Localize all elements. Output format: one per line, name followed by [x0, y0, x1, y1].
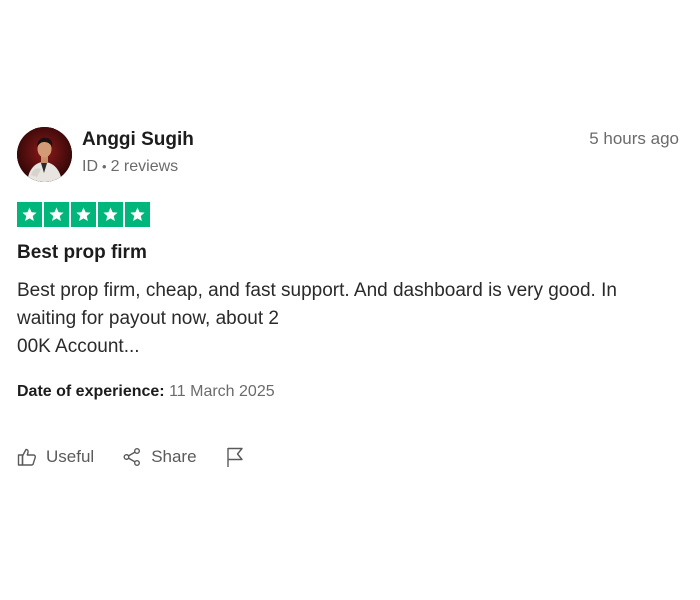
star-icon: [44, 202, 69, 227]
reviewer-review-count: 2 reviews: [110, 158, 179, 175]
star-icon: [71, 202, 96, 227]
review-card: Anggi Sugih ID • 2 reviews 5 hours ago B…: [17, 127, 681, 468]
report-button[interactable]: [225, 446, 254, 468]
useful-button[interactable]: Useful: [17, 447, 94, 467]
star-icon: [98, 202, 123, 227]
experience-date: 11 March 2025: [169, 383, 275, 400]
review-header: Anggi Sugih ID • 2 reviews 5 hours ago: [17, 127, 681, 183]
share-label: Share: [151, 447, 197, 466]
reviewer-meta: ID • 2 reviews: [82, 157, 194, 177]
share-icon: [123, 448, 141, 466]
reviewer-avatar[interactable]: [17, 127, 72, 182]
experience-label: Date of experience:: [17, 383, 165, 400]
review-body-line: waiting for payout now, about 2: [17, 308, 279, 329]
star-icon: [17, 202, 42, 227]
useful-label: Useful: [46, 447, 95, 466]
meta-separator: •: [102, 159, 107, 174]
star-rating: [17, 202, 681, 227]
thumbs-up-icon: [17, 448, 36, 466]
flag-icon: [226, 447, 243, 467]
reviewer-info: Anggi Sugih ID • 2 reviews: [82, 128, 194, 177]
review-body-line: Best prop firm, cheap, and fast support.…: [17, 280, 617, 301]
review-title[interactable]: Best prop firm: [17, 241, 681, 265]
share-button[interactable]: Share: [122, 447, 197, 467]
reviewer-name[interactable]: Anggi Sugih: [82, 128, 194, 152]
reviewer-country: ID: [82, 158, 98, 175]
star-icon: [125, 202, 150, 227]
review-body-line: 00K Account...: [17, 336, 140, 357]
review-actions: Useful Share: [17, 446, 681, 468]
review-body[interactable]: Best prop firm, cheap, and fast support.…: [17, 277, 681, 361]
review-timestamp: 5 hours ago: [589, 129, 679, 148]
date-of-experience: Date of experience: 11 March 2025: [17, 382, 681, 402]
